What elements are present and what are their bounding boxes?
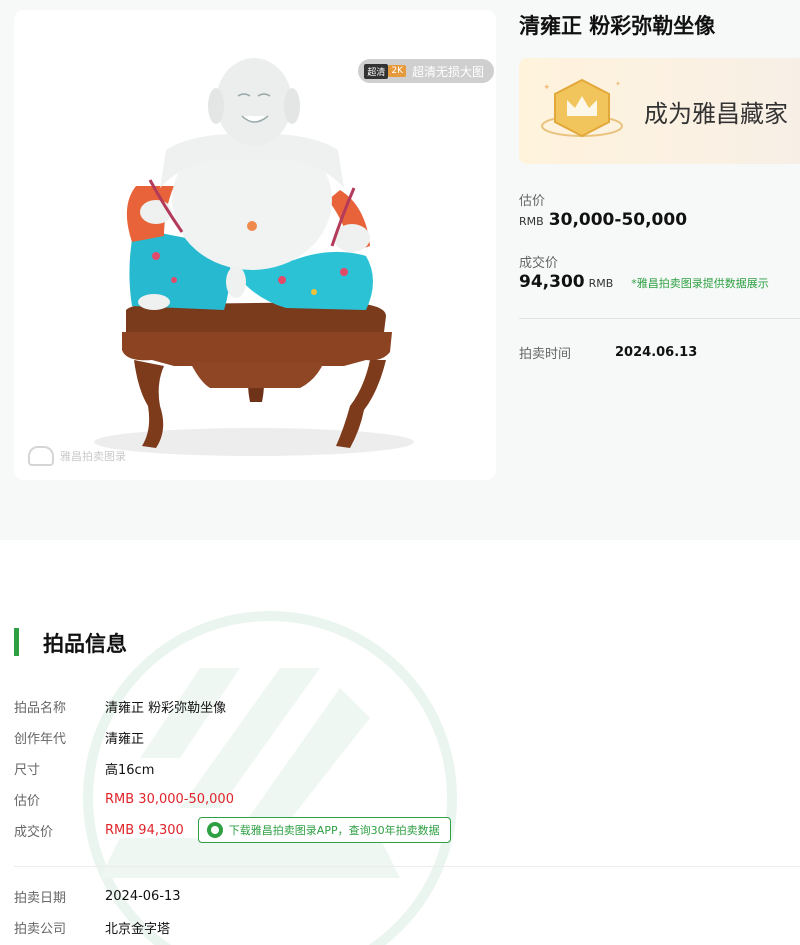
info-label: 拍卖日期 xyxy=(14,890,67,906)
svg-text:✦: ✦ xyxy=(615,80,621,88)
svg-text:✦: ✦ xyxy=(543,83,551,93)
watermark-text: 雅昌拍卖图录 xyxy=(60,450,126,463)
artron-logo-icon xyxy=(28,446,54,466)
product-title: 清雍正 粉彩弥勒坐像 xyxy=(519,14,716,38)
info-label: 创作年代 xyxy=(14,731,67,747)
divider xyxy=(519,318,800,319)
info-value: RMB 94,300 xyxy=(105,822,184,838)
info-value: RMB 30,000-50,000 xyxy=(105,791,234,807)
auction-time-value: 2024.06.13 xyxy=(615,345,698,360)
watermark: 雅昌拍卖图录 xyxy=(28,446,126,466)
crown-badge-icon: ✦ ✦ xyxy=(541,78,623,138)
data-source-note: *雅昌拍卖图录提供数据展示 xyxy=(631,277,769,290)
info-value: 清雍正 xyxy=(105,731,145,747)
product-header: 超清 2K 超清无损大图 雅昌拍卖图录 清雍正 粉彩弥勒坐像 ✦ ✦ 成为雅昌藏… xyxy=(0,0,800,540)
divider xyxy=(14,866,800,867)
estimate-value: RMB 30,000-50,000 xyxy=(519,210,687,230)
hd-image-badge[interactable]: 超清 2K 超清无损大图 xyxy=(358,59,494,83)
info-label: 尺寸 xyxy=(14,762,41,778)
auction-time-row: 拍卖时间 2024.06.13 xyxy=(519,343,697,362)
estimate-amount: 30,000-50,000 xyxy=(548,210,688,230)
info-label: 估价 xyxy=(14,793,41,809)
hd-resolution: 2K xyxy=(388,65,406,77)
info-row-estimate: 估价 RMB 30,000-50,000 xyxy=(14,787,234,811)
product-image[interactable]: 超清 2K 超清无损大图 雅昌拍卖图录 xyxy=(14,10,496,480)
info-value: 清雍正 粉彩弥勒坐像 xyxy=(105,700,227,716)
hd-badge-label: 超清无损大图 xyxy=(411,64,484,79)
section-title: 拍品信息 xyxy=(43,632,127,656)
artron-app-icon xyxy=(206,822,223,838)
estimate-label: 估价 xyxy=(519,194,546,209)
download-app-button[interactable]: 下载雅昌拍卖图录APP，查询30年拍卖数据 xyxy=(197,817,451,843)
info-label: 拍卖公司 xyxy=(14,921,67,937)
info-value: 高16cm xyxy=(105,762,155,778)
hd-tag: 超清 xyxy=(364,63,389,79)
section-accent-bar xyxy=(14,628,19,656)
info-value: 2024-06-13 xyxy=(105,888,181,904)
info-row-auction-date: 拍卖日期 2024-06-13 xyxy=(14,884,181,908)
info-value: 北京金字塔 xyxy=(105,921,171,937)
info-label: 拍品名称 xyxy=(14,700,67,716)
download-app-label: 下载雅昌拍卖图录APP，查询30年拍卖数据 xyxy=(228,824,440,837)
info-row-deal-price: 成交价 RMB 94,300 下载雅昌拍卖图录APP，查询30年拍卖数据 xyxy=(14,817,451,843)
collector-banner-text: 成为雅昌藏家 xyxy=(644,100,788,128)
info-row-period: 创作年代 清雍正 xyxy=(14,725,144,749)
info-label: 成交价 xyxy=(14,824,54,840)
info-row-name: 拍品名称 清雍正 粉彩弥勒坐像 xyxy=(14,694,226,718)
info-row-size: 尺寸 高16cm xyxy=(14,756,154,780)
estimate-currency: RMB xyxy=(519,215,544,228)
deal-price-value: 94,300 RMB *雅昌拍卖图录提供数据展示 xyxy=(519,272,769,292)
info-row-auction-house: 拍卖公司 北京金字塔 xyxy=(14,915,170,939)
auction-time-label: 拍卖时间 xyxy=(519,347,572,362)
deal-amount: 94,300 xyxy=(519,272,585,292)
deal-currency: RMB xyxy=(588,277,614,290)
deal-price-label: 成交价 xyxy=(519,256,559,271)
collector-banner[interactable]: ✦ ✦ 成为雅昌藏家 xyxy=(519,58,800,164)
